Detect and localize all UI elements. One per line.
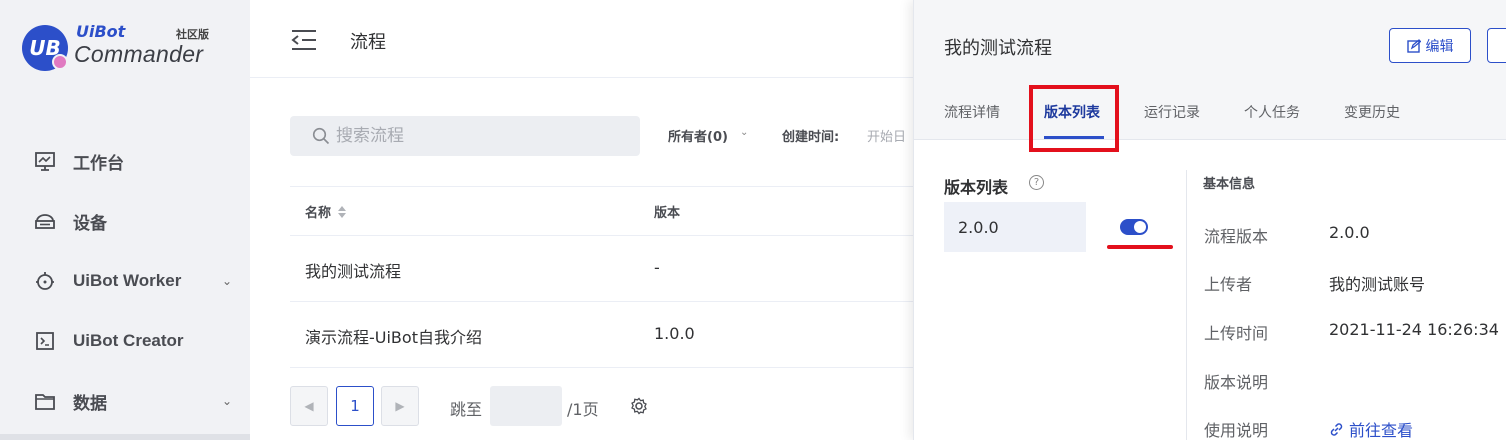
sidebar-item-label: UiBot Worker [73,271,182,290]
column-header-name[interactable]: 名称 [305,202,347,223]
cell-version: - [654,258,660,277]
sidebar-item-workbench[interactable]: 工作台 [0,131,250,191]
edit-button[interactable]: 编辑 [1389,28,1471,63]
pagination: ◀ 1 ▶ 跳至 /1页 [290,386,910,426]
search-icon [312,127,330,145]
tab-process-details[interactable]: 流程详情 [944,102,1000,122]
sidebar-item-uibot-worker[interactable]: UiBot Worker ⌄ [0,251,250,311]
start-date-input[interactable]: 开始日 [867,126,906,145]
help-icon[interactable]: ? [1029,175,1044,190]
sidebar-item-label: 工作台 [73,153,124,173]
table-row[interactable]: 演示流程-UiBot自我介绍 1.0.0 [290,302,914,368]
folder-icon [34,390,56,412]
info-label: 上传时间 [1204,324,1269,343]
info-label: 版本说明 [1204,373,1269,392]
main-content: 流程 所有者(0) ⌄ 创建时间: 开始日 名称 版本 我的测试流程 - 演示流… [250,0,914,440]
chevron-down-icon[interactable]: ⌄ [222,394,232,408]
chevron-down-icon[interactable]: ⌄ [222,274,232,288]
robot-icon [34,270,56,292]
jump-page-input[interactable] [490,386,562,426]
tab-personal-tasks[interactable]: 个人任务 [1244,102,1300,122]
edit-icon [1406,38,1421,53]
page-title: 流程 [350,32,386,53]
jump-to-label: 跳至 [450,400,483,419]
column-header-version: 版本 [654,206,681,221]
search-box[interactable] [290,116,640,156]
annotation-underline [1107,245,1173,249]
sidebar-item-device[interactable]: 设备 [0,191,250,251]
tab-change-history[interactable]: 变更历史 [1344,102,1400,122]
version-item-label: 2.0.0 [958,218,999,237]
version-list-heading: 版本列表 [944,178,1009,197]
sidebar-item-label: UiBot Creator [73,331,184,350]
created-time-label: 创建时间: [782,130,840,145]
drawer-header: 我的测试流程 编辑 流程详情 版本列表 运行记录 个人任务 变更历史 [914,0,1506,152]
info-value: 2.0.0 [1329,223,1370,242]
logo-edition: 社区版 [176,28,209,41]
info-value: 2021-11-24 16:26:34 [1329,320,1499,339]
divider [1186,170,1187,440]
sidebar: UB UiBot 社区版 Commander 工作台 设备 UiBot Work… [0,0,250,440]
logo-dot-icon [52,54,68,70]
basic-info-heading: 基本信息 [1203,177,1256,192]
prev-page-button[interactable]: ◀ [290,386,328,426]
info-label: 上传者 [1204,275,1253,294]
link-icon [1330,422,1343,436]
cell-name[interactable]: 我的测试流程 [305,258,401,282]
annotation-highlight-box [1029,85,1119,152]
toggle-knob [1134,221,1146,233]
tab-run-records[interactable]: 运行记录 [1144,102,1200,122]
cell-name[interactable]: 演示流程-UiBot自我介绍 [305,324,482,348]
more-action-button[interactable] [1487,28,1506,63]
sidebar-item-data[interactable]: 数据 ⌄ [0,371,250,431]
info-label: 使用说明 [1204,421,1269,440]
chevron-down-icon[interactable]: ⌄ [740,127,748,138]
monitor-icon [34,150,56,172]
drawer-title: 我的测试流程 [944,38,1052,59]
topbar: 流程 [250,0,914,78]
logo-product: Commander [74,41,204,67]
sidebar-item-label: 数据 [73,393,107,413]
view-docs-label: 前往查看 [1349,421,1414,440]
next-page-button[interactable]: ▶ [381,386,419,426]
app-window: UB UiBot 社区版 Commander 工作台 设备 UiBot Work… [0,0,1506,440]
logo[interactable]: UB UiBot 社区版 Commander [22,22,222,74]
info-label: 流程版本 [1204,227,1269,246]
sort-icon[interactable] [337,205,347,223]
device-icon [34,210,56,232]
sidebar-scroll-edge [0,434,250,440]
version-enable-toggle[interactable] [1120,219,1148,235]
edit-button-label: 编辑 [1425,38,1454,55]
gear-icon[interactable] [630,397,648,415]
search-input[interactable] [336,116,626,156]
version-item[interactable]: 2.0.0 [944,202,1086,252]
sidebar-item-uibot-creator[interactable]: UiBot Creator [0,311,250,371]
table-header: 名称 版本 [290,186,914,236]
sidebar-item-label: 设备 [73,213,107,233]
info-value: 我的测试账号 [1329,275,1426,294]
logo-brand: UiBot [76,22,126,41]
process-table: 名称 版本 我的测试流程 - 演示流程-UiBot自我介绍 1.0.0 [290,186,914,368]
cell-version: 1.0.0 [654,324,695,343]
table-row[interactable]: 我的测试流程 - [290,236,914,302]
page-number-current[interactable]: 1 [336,386,374,426]
process-detail-drawer: 我的测试流程 编辑 流程详情 版本列表 运行记录 个人任务 变更历史 版本列表 … [913,0,1506,440]
owner-filter[interactable]: 所有者(0) [668,126,728,145]
view-docs-link[interactable]: 前往查看 [1329,417,1413,440]
total-pages: /1页 [567,400,599,419]
terminal-icon [34,330,56,352]
collapse-menu-icon[interactable] [290,28,318,52]
